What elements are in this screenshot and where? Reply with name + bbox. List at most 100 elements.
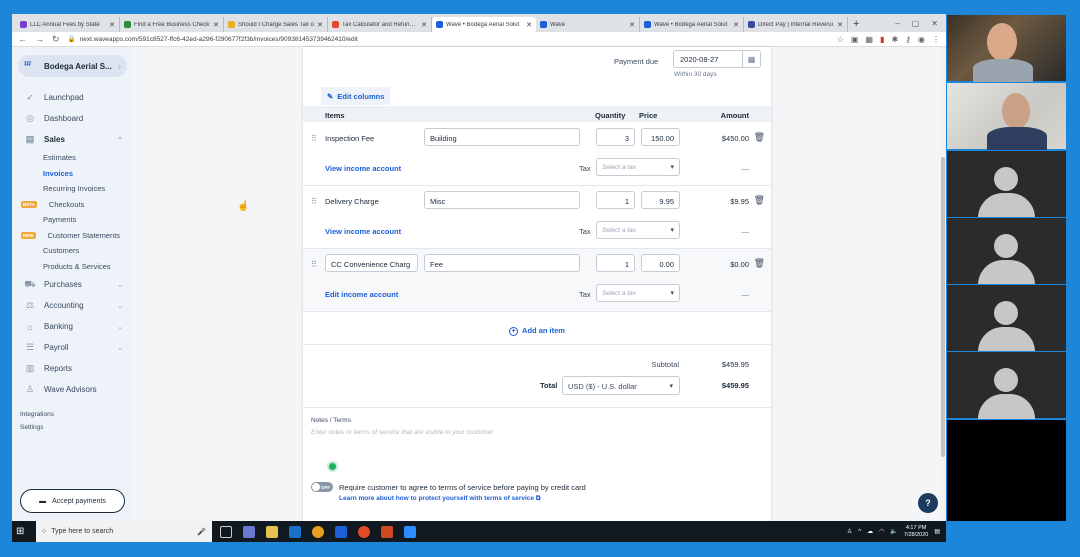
- price-input[interactable]: 150.00: [641, 128, 680, 146]
- sidebar-subitem-invoices[interactable]: Invoices: [12, 166, 133, 182]
- notifications-icon[interactable]: ▤: [934, 528, 940, 535]
- task-view-icon[interactable]: [220, 525, 232, 538]
- taskbar-search[interactable]: ○ Type here to search 🎤: [36, 521, 212, 542]
- sidebar-item-dashboard[interactable]: ◎ Dashboard: [12, 108, 133, 129]
- browser-tab[interactable]: Direct Pay | Internal Revenu ✕: [744, 17, 848, 32]
- reload-icon[interactable]: ↻: [52, 34, 60, 45]
- star-icon[interactable]: ☆: [837, 35, 844, 44]
- sidebar-item-purchases[interactable]: ⛟ Purchases ⌄: [12, 274, 133, 295]
- price-input[interactable]: 9.95: [641, 191, 680, 209]
- quantity-input[interactable]: 3: [596, 128, 635, 146]
- sidebar-subitem-recurring-invoices[interactable]: Recurring Invoices: [12, 181, 133, 197]
- tax-select[interactable]: Select a tax ▾: [596, 284, 680, 302]
- item-description-input[interactable]: Fee: [424, 254, 580, 272]
- zoom-icon[interactable]: [404, 525, 416, 538]
- income-account-link[interactable]: View income account: [325, 164, 401, 173]
- learn-more-link[interactable]: Learn more about how to protect yourself…: [339, 495, 541, 503]
- add-item-button[interactable]: + Add an item: [303, 326, 771, 336]
- tab-close-icon[interactable]: ✕: [213, 21, 219, 29]
- sidebar-subitem-customers[interactable]: Customers: [12, 243, 133, 259]
- scrollbar-thumb[interactable]: [941, 157, 945, 457]
- accept-payments-button[interactable]: ▬ Accept payments: [20, 489, 125, 513]
- close-window-icon[interactable]: ✕: [931, 19, 938, 28]
- extension-icon[interactable]: ✱: [891, 35, 898, 44]
- tab-close-icon[interactable]: ✕: [526, 21, 532, 29]
- trash-icon[interactable]: 🗑: [754, 132, 765, 143]
- item-description-input[interactable]: Misc: [424, 191, 580, 209]
- sidebar-subitem-payments[interactable]: Payments: [12, 212, 133, 228]
- browser-tab[interactable]: Tax Calculator and Refund E ✕: [328, 17, 432, 32]
- extension-icon[interactable]: ▦: [865, 35, 873, 44]
- app-icon[interactable]: [335, 525, 347, 538]
- tax-select[interactable]: Select a tax ▾: [596, 158, 680, 176]
- terms-toggle[interactable]: OFF: [311, 482, 333, 492]
- menu-icon[interactable]: ⋮: [932, 35, 940, 44]
- tab-close-icon[interactable]: ✕: [421, 21, 427, 29]
- tax-select[interactable]: Select a tax ▾: [596, 221, 680, 239]
- trash-icon[interactable]: 🗑: [754, 258, 765, 269]
- tab-close-icon[interactable]: ✕: [317, 21, 323, 29]
- tray-chevron-icon[interactable]: ^: [858, 529, 861, 535]
- powerpoint-icon[interactable]: [381, 525, 393, 538]
- new-tab-button[interactable]: +: [848, 18, 864, 32]
- app-icon[interactable]: [243, 525, 255, 538]
- tab-close-icon[interactable]: ✕: [733, 21, 739, 29]
- sidebar-item-payroll[interactable]: ☰ Payroll ⌄: [12, 337, 133, 358]
- page-scrollbar[interactable]: [940, 47, 946, 521]
- sidebar-item-sales[interactable]: ▤ Sales ⌃: [12, 129, 133, 150]
- sidebar-subitem-products-services[interactable]: Products & Services: [12, 259, 133, 275]
- taskbar-clock[interactable]: 4:17 PM 7/28/2020: [904, 525, 928, 539]
- minimize-icon[interactable]: –: [895, 19, 899, 28]
- sidebar-subitem-estimates[interactable]: Estimates: [12, 150, 133, 166]
- item-description-input[interactable]: Building: [424, 128, 580, 146]
- extension-icon[interactable]: ▮: [880, 35, 884, 44]
- help-icon[interactable]: ?: [918, 493, 938, 513]
- chrome-icon[interactable]: [358, 525, 370, 538]
- calendar-icon[interactable]: ▦: [742, 51, 760, 67]
- payment-due-input[interactable]: 2020-08-27 ▦: [673, 50, 761, 68]
- business-switcher[interactable]: ᵚ Bodega Aerial S... ›: [18, 55, 127, 77]
- edit-columns-button[interactable]: ✎ Edit columns: [321, 87, 391, 105]
- price-input[interactable]: 0.00: [641, 254, 680, 272]
- sidebar-subitem-customer-statements[interactable]: NEW Customer Statements: [12, 228, 133, 244]
- volume-icon[interactable]: 🔈: [890, 528, 897, 535]
- settings-link[interactable]: Settings: [20, 421, 133, 434]
- sidebar-subitem-checkouts[interactable]: BETA Checkouts: [12, 197, 133, 213]
- outlook-icon[interactable]: [289, 525, 301, 538]
- trash-icon[interactable]: 🗑: [754, 195, 765, 206]
- drag-handle-icon[interactable]: ⠿: [311, 197, 317, 206]
- browser-tab[interactable]: Wave • Bodega Aerial Solut ✕: [640, 17, 744, 32]
- people-icon[interactable]: ♙: [847, 528, 852, 535]
- browser-tab[interactable]: Should I Charge Sales Tax o ✕: [224, 17, 328, 32]
- sidebar-item-accounting[interactable]: ⚖ Accounting ⌄: [12, 295, 133, 316]
- profile-icon[interactable]: ◉: [918, 35, 925, 44]
- item-name[interactable]: CC Convenience Charg: [325, 254, 418, 272]
- income-account-link[interactable]: Edit income account: [325, 290, 398, 299]
- url-field[interactable]: 🔒 next.waveapps.com/591c8527-ffc6-42ed-a…: [68, 33, 829, 45]
- quantity-input[interactable]: 1: [596, 191, 635, 209]
- integrations-link[interactable]: Integrations: [20, 408, 133, 421]
- currency-select[interactable]: USD ($) - U.S. dollar ▾: [562, 376, 680, 395]
- microphone-icon[interactable]: 🎤: [197, 528, 206, 536]
- browser-tab[interactable]: Wave ✕: [536, 17, 640, 32]
- windows-start-icon[interactable]: ⊞: [16, 526, 32, 537]
- browser-tab[interactable]: Find a Free Business Check ✕: [120, 17, 224, 32]
- cloud-icon[interactable]: ☁: [867, 528, 873, 535]
- drag-handle-icon[interactable]: ⠿: [311, 260, 317, 269]
- income-account-link[interactable]: View income account: [325, 227, 401, 236]
- forward-icon[interactable]: →: [35, 34, 44, 44]
- extension-icon[interactable]: ▣: [851, 35, 859, 44]
- sidebar-item-banking[interactable]: ⌂ Banking ⌄: [12, 316, 133, 337]
- drag-handle-icon[interactable]: ⠿: [311, 134, 317, 143]
- sidebar-item-wave-advisors[interactable]: ♙ Wave Advisors: [12, 379, 133, 400]
- chrome-icon[interactable]: [312, 525, 324, 538]
- quantity-input[interactable]: 1: [596, 254, 635, 272]
- sidebar-item-reports[interactable]: ▥ Reports: [12, 358, 133, 379]
- back-icon[interactable]: ←: [18, 34, 27, 44]
- notes-textarea[interactable]: Enter notes or terms of service that are…: [311, 429, 493, 436]
- tab-close-icon[interactable]: ✕: [837, 21, 843, 29]
- key-icon[interactable]: ⚷: [905, 35, 911, 44]
- maximize-icon[interactable]: ▢: [912, 19, 920, 28]
- tab-close-icon[interactable]: ✕: [629, 21, 635, 29]
- wifi-icon[interactable]: ◠: [879, 528, 884, 535]
